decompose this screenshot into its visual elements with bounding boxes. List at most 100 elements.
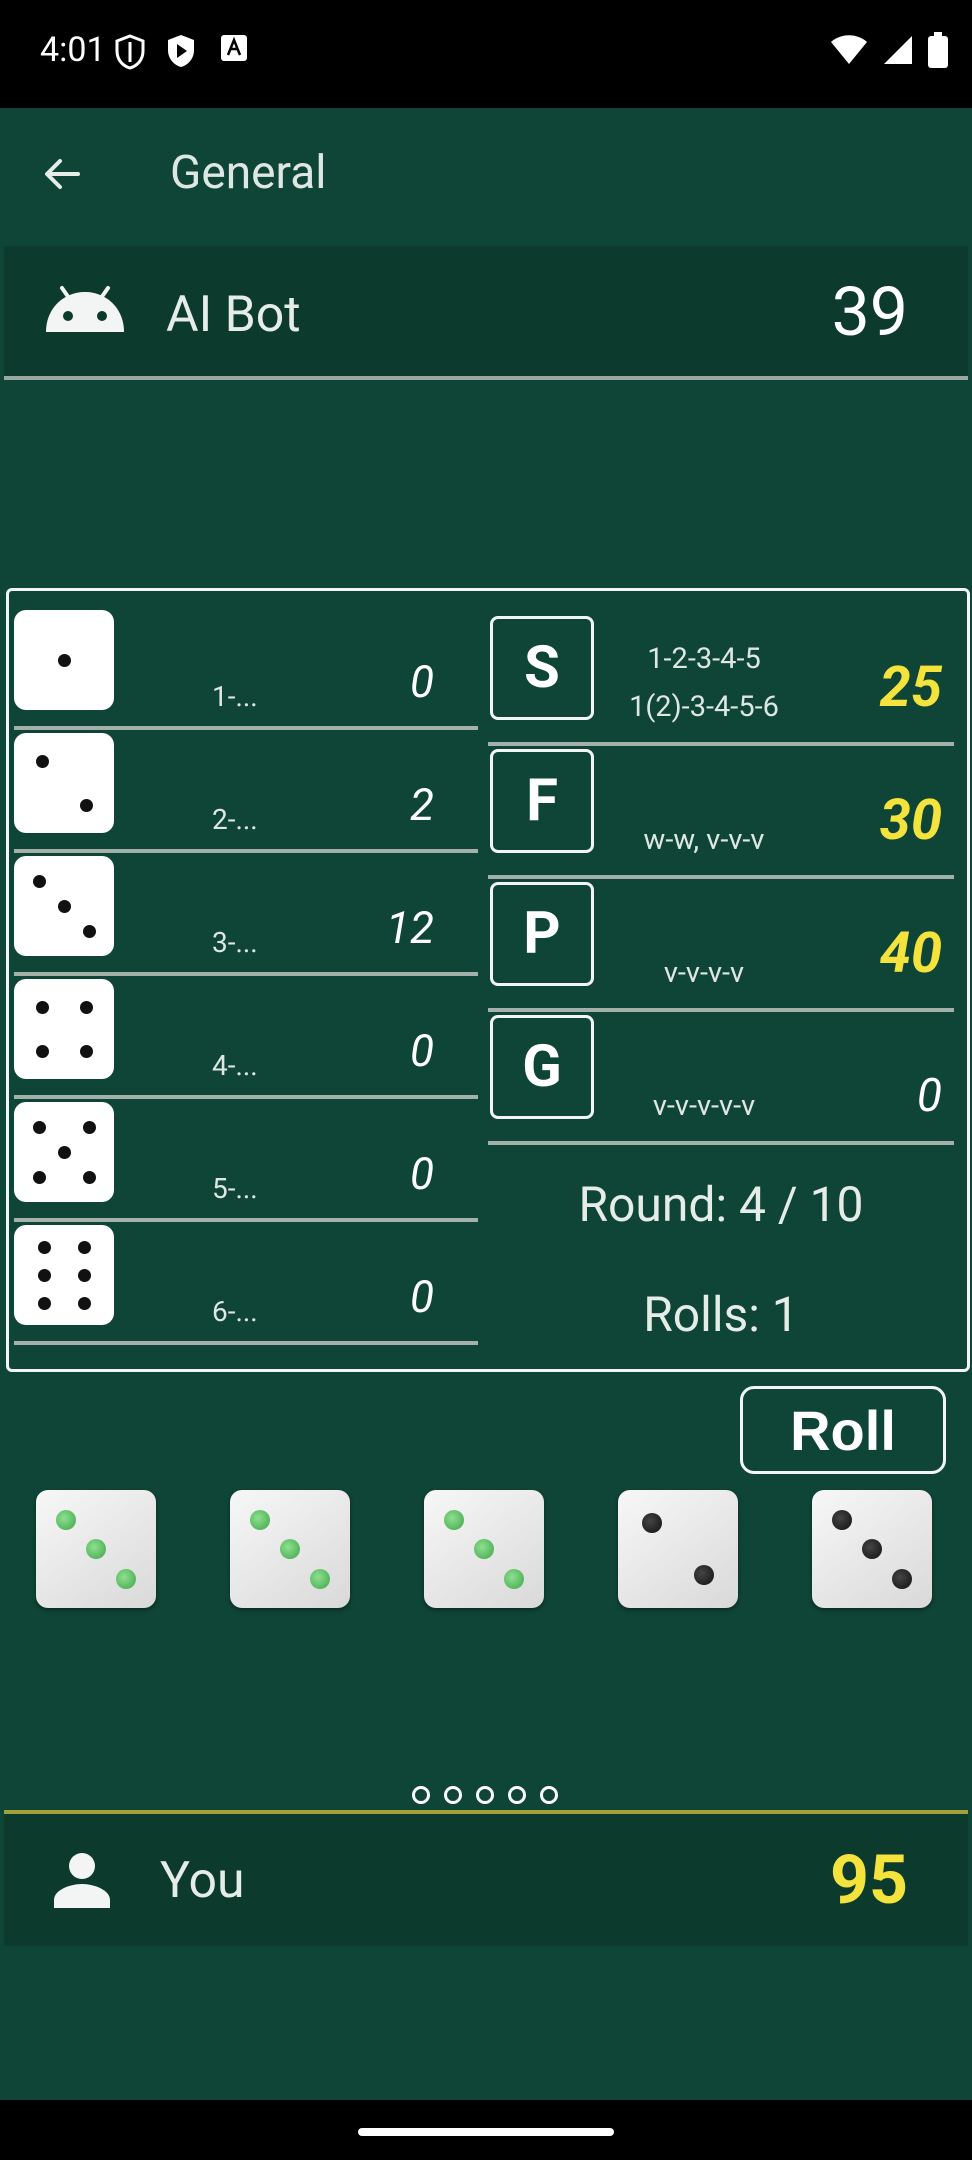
page-dot [444,1786,462,1804]
pip [32,1170,46,1184]
pip [310,1568,330,1589]
pip [79,798,93,812]
pip [37,1268,51,1282]
category-combo: 1-2-3-4-5 [647,642,761,676]
category-score: 30 [879,787,942,853]
wifi-icon [831,35,867,64]
pip [32,1120,46,1134]
category-score: 0 [916,1069,942,1123]
pip [57,653,71,667]
pip [77,1296,91,1310]
number-row-label: 2-... [212,803,258,836]
category-row-s[interactable]: S 1-2-3-4-5 1(2)-3-4-5-6 25 [488,614,954,746]
row-divider [488,742,954,746]
pip [250,1509,270,1530]
pip [56,1509,76,1530]
player-name: You [160,1852,245,1910]
pip [504,1568,524,1589]
dice-1-held[interactable] [36,1490,156,1608]
row-divider [14,726,478,730]
home-gesture-handle[interactable] [358,2128,614,2136]
pip [57,1145,71,1159]
page-dot [508,1786,526,1804]
number-row-score: 12 [386,902,434,954]
pip [892,1568,912,1589]
pip [32,874,46,888]
pip [82,1120,96,1134]
opponent-bar [4,246,968,376]
dice-3-held[interactable] [424,1490,544,1608]
number-row-score: 2 [410,779,434,831]
round-indicator: Round: 4 / 10 [578,1176,864,1233]
player-score: 95 [829,1840,908,1920]
die-face-1-icon [14,610,114,710]
category-row-p[interactable]: Pv-v-v-v 40 [488,880,954,1012]
number-row-label: 1-... [212,680,258,713]
dice-5[interactable] [812,1490,932,1608]
pip [82,924,96,938]
number-row-5[interactable]: 5-... 0 [14,1102,478,1222]
pip [694,1564,715,1585]
category-score: 25 [879,654,942,720]
pip [79,1000,93,1014]
status-time: 4:01 [40,30,106,70]
page-indicator [412,1786,558,1804]
dice-2-held[interactable] [230,1490,350,1608]
row-divider [14,1218,478,1222]
rolls-indicator: Rolls: 1 [643,1286,799,1343]
number-row-2[interactable]: 2-... 2 [14,733,478,853]
pip [641,1513,662,1534]
category-combo-alt: 1(2)-3-4-5-6 [629,690,779,724]
pip [77,1268,91,1282]
roll-button[interactable]: Roll [740,1386,946,1474]
number-row-label: 5-... [212,1172,258,1205]
font-badge-icon [221,35,247,61]
pip [444,1509,464,1530]
pip [37,1296,51,1310]
category-combo: v-v-v-v [663,956,745,990]
app-bar [0,108,972,248]
number-row-label: 3-... [212,926,258,959]
number-row-1[interactable]: 1-... 0 [14,610,478,730]
category-letter: S [490,616,594,720]
row-divider [14,849,478,853]
android-robot-icon [46,286,124,332]
pip [79,1044,93,1058]
page-dot [412,1786,430,1804]
battery-icon [928,32,948,68]
shield-icon [115,34,145,70]
status-right-icons [830,32,948,68]
row-divider [14,972,478,976]
die-face-6-icon [14,1225,114,1325]
number-row-label: 6-... [212,1295,258,1328]
opponent-score: 39 [831,272,908,352]
pip [35,1044,49,1058]
category-letter: F [490,749,594,853]
page-title: General [170,146,327,200]
pip [116,1568,136,1589]
number-row-score: 0 [410,1271,434,1323]
die-face-3-icon [14,856,114,956]
dice-4[interactable] [618,1490,738,1608]
pip [862,1539,882,1559]
row-divider [488,1008,954,1012]
number-row-3[interactable]: 3-... 12 [14,856,478,976]
number-row-4[interactable]: 4-... 0 [14,979,478,1099]
page-dot [540,1786,558,1804]
opponent-divider [4,376,968,380]
die-face-2-icon [14,733,114,833]
pip [832,1509,852,1530]
category-row-f[interactable]: Fw-w, v-v-v 30 [488,747,954,879]
category-row-g[interactable]: Gv-v-v-v-v 0 [488,1013,954,1145]
number-row-score: 0 [410,1025,434,1077]
category-combo: w-w, v-v-v [643,823,765,857]
opponent-name: AI Bot [166,286,301,344]
pip [35,1000,49,1014]
die-face-5-icon [14,1102,114,1202]
pip [474,1539,494,1559]
number-row-6[interactable]: 6-... 0 [14,1225,478,1345]
pip [37,1240,51,1254]
category-letter: G [490,1015,594,1119]
back-arrow-icon[interactable] [38,150,86,198]
pip [86,1539,106,1559]
